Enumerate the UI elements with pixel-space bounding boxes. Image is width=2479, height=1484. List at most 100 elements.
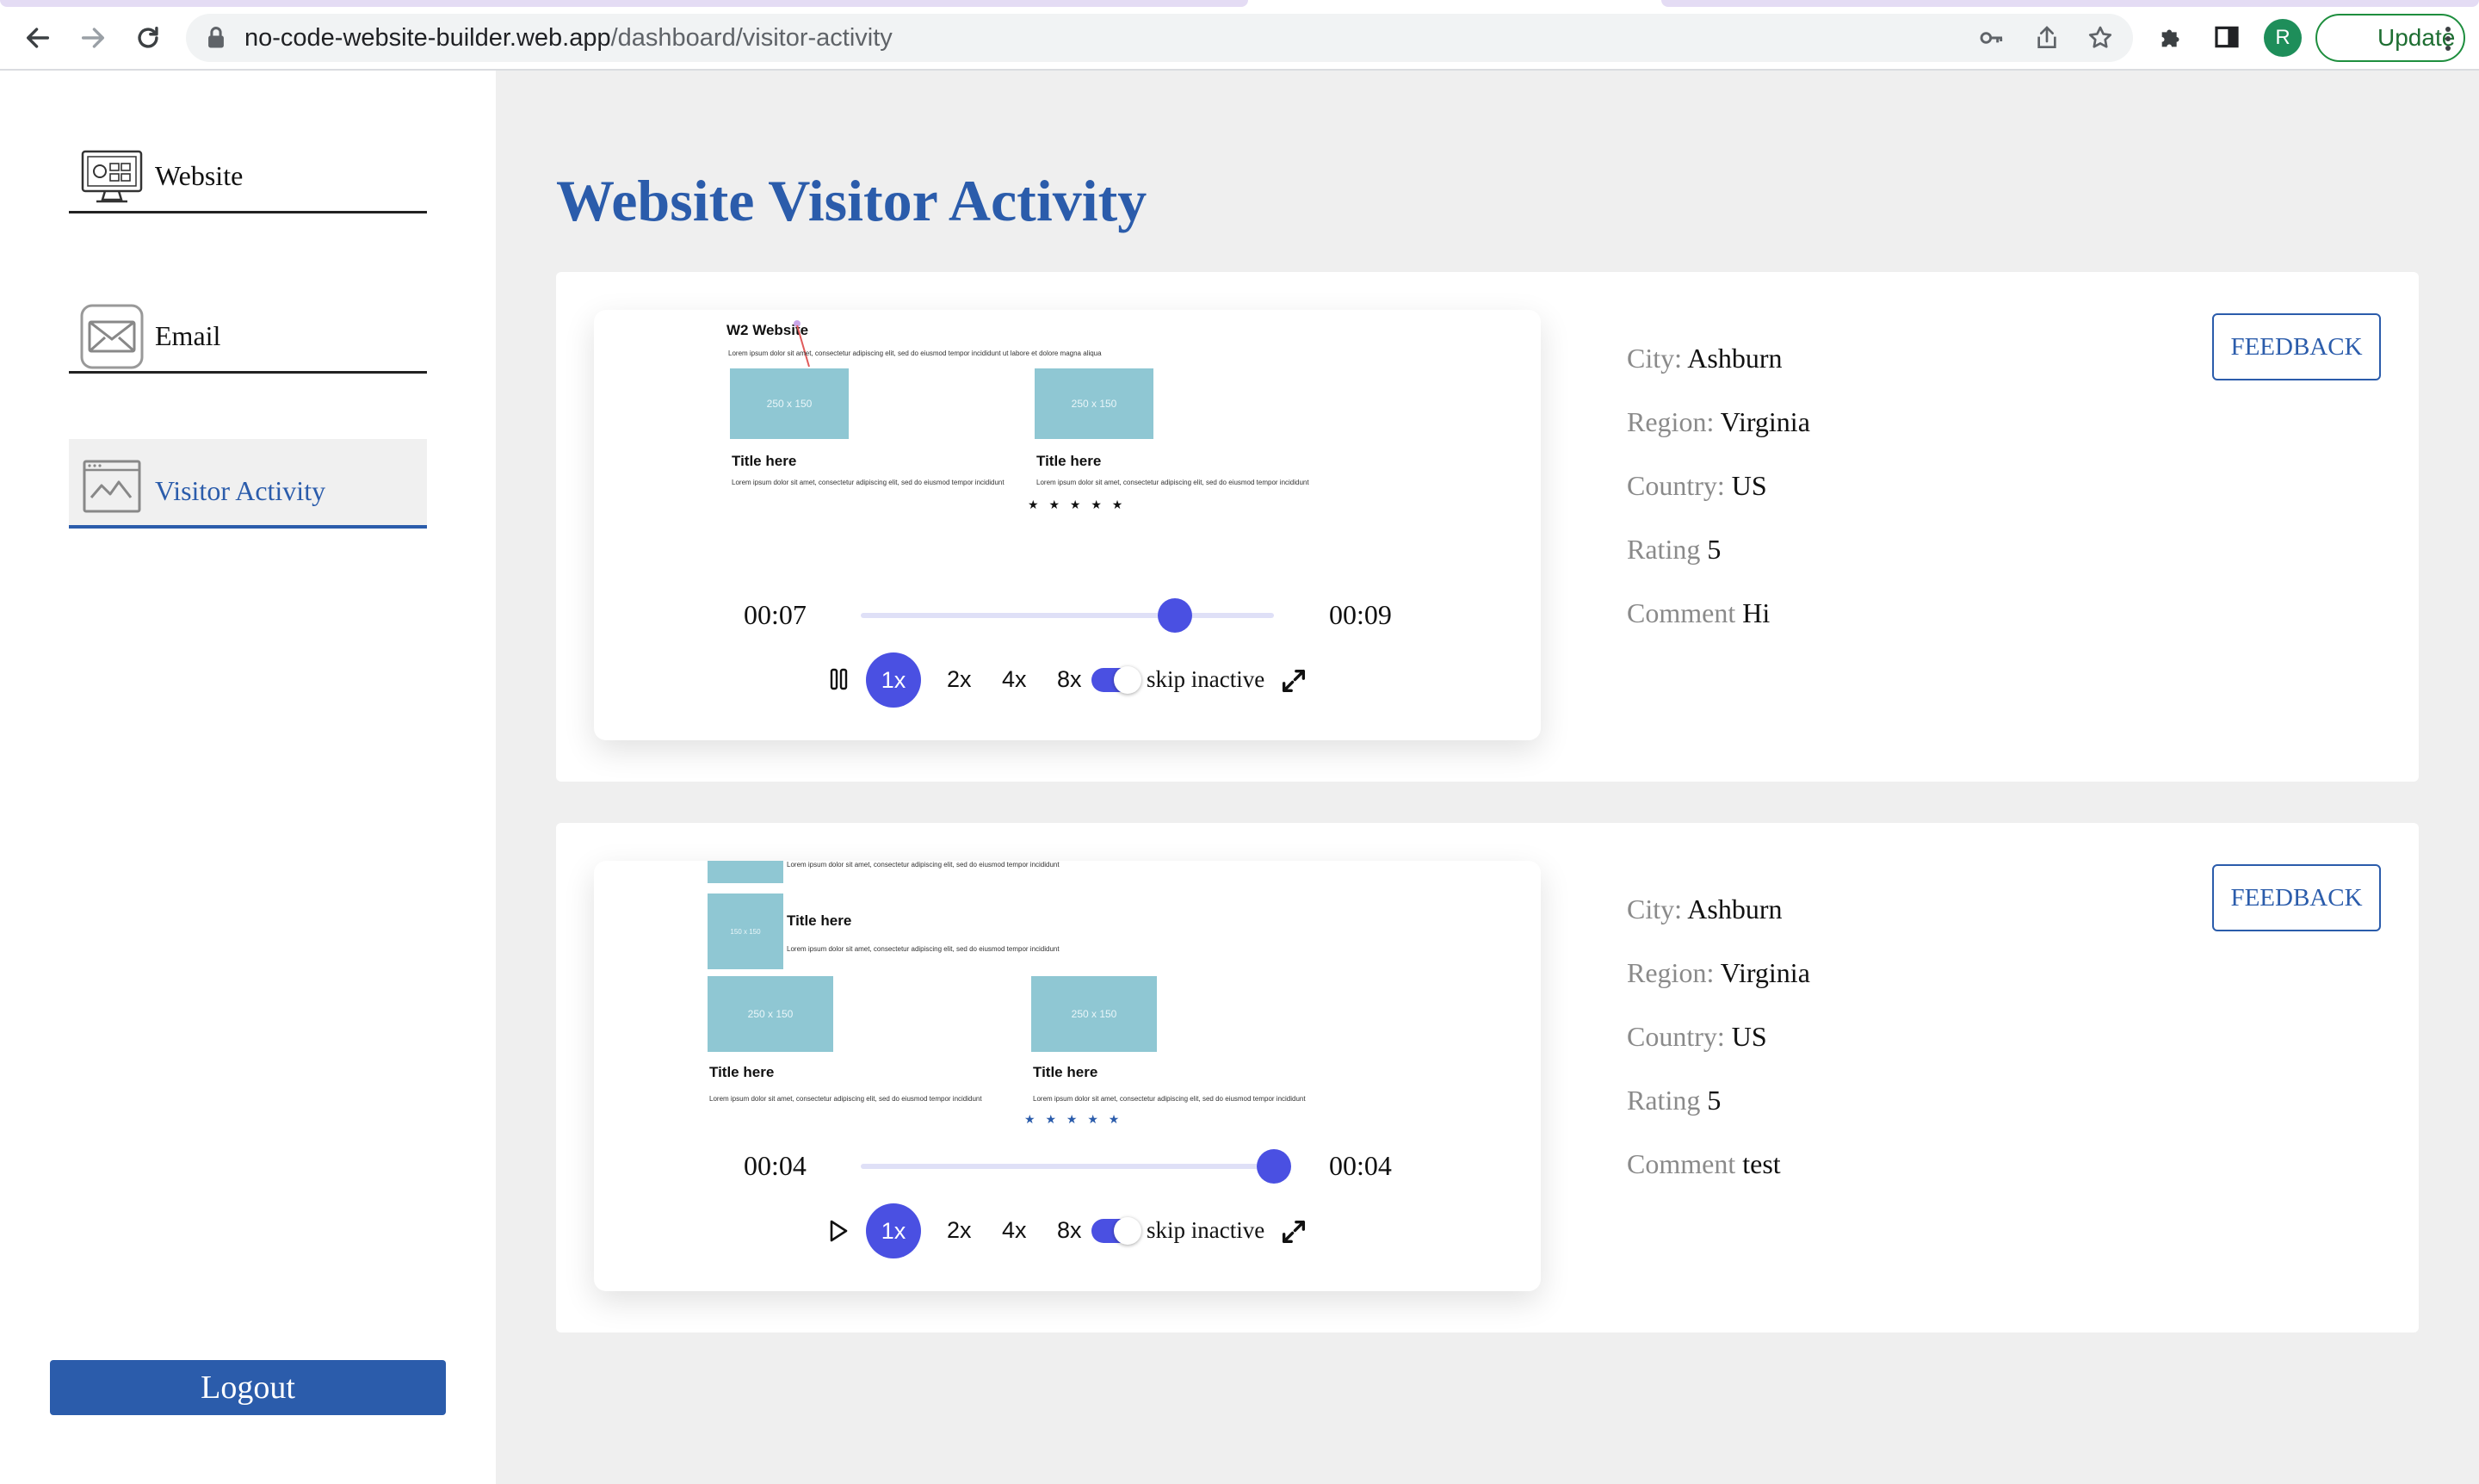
skip-inactive-toggle[interactable]: [1091, 1217, 1141, 1245]
fullscreen-icon[interactable]: [1279, 1217, 1308, 1246]
side-panel-icon: [2215, 26, 2239, 48]
rating-label: Rating: [1627, 534, 1701, 565]
speed-2x-button[interactable]: 2x: [947, 666, 972, 693]
city-label: City:: [1627, 343, 1683, 374]
reload-icon: [138, 26, 158, 48]
visitor-country: Country: US: [1627, 470, 1767, 502]
bookmark-star-icon[interactable]: [2086, 24, 2114, 52]
update-button[interactable]: Update: [2315, 14, 2465, 62]
feedback-button[interactable]: FEEDBACK: [2212, 864, 2381, 931]
session-card: W2 Website Lorem ipsum dolor sit amet, c…: [556, 272, 2419, 782]
activity-chart-icon: [83, 460, 141, 513]
comment-label: Comment: [1627, 597, 1736, 628]
total-time: 00:09: [1329, 599, 1392, 630]
preview-card-title: Title here: [709, 1064, 775, 1080]
speed-1x-button[interactable]: 1x: [866, 1203, 921, 1258]
visitor-rating: Rating 5: [1627, 534, 1721, 566]
session-replay-player: Lorem ipsum dolor sit amet, consectetur …: [594, 861, 1541, 1291]
country-label: Country:: [1627, 470, 1725, 501]
profile-avatar[interactable]: R: [2264, 19, 2302, 57]
skip-inactive-toggle[interactable]: [1091, 666, 1141, 694]
city-value: Ashburn: [1687, 343, 1783, 374]
feedback-button[interactable]: FEEDBACK: [2212, 313, 2381, 380]
preview-top-text: Lorem ipsum dolor sit amet, consectetur …: [787, 861, 1060, 869]
preview-card-text: Lorem ipsum dolor sit amet, consectetur …: [1036, 479, 1309, 486]
speed-1x-button[interactable]: 1x: [866, 652, 921, 708]
preview-side-text: Lorem ipsum dolor sit amet, consectetur …: [787, 945, 1060, 953]
progress-track[interactable]: [861, 613, 1274, 618]
website-builder-icon: [81, 150, 143, 203]
sidebar-item-website[interactable]: Website: [69, 124, 427, 213]
preview-card-title: Title here: [1033, 1064, 1098, 1080]
pause-icon[interactable]: [830, 668, 849, 690]
replay-preview: W2 Website Lorem ipsum dolor sit amet, c…: [594, 310, 1541, 594]
share-icon[interactable]: [2033, 24, 2061, 52]
preview-image-placeholder: [708, 861, 783, 883]
preview-rating-stars: ★ ★ ★ ★ ★: [1028, 498, 1127, 511]
fullscreen-icon[interactable]: [1279, 666, 1308, 696]
visitor-comment: Comment test: [1627, 1148, 1781, 1180]
speed-4x-button[interactable]: 4x: [1002, 1217, 1027, 1244]
key-icon[interactable]: [1978, 24, 2006, 52]
toggle-knob: [1114, 666, 1141, 694]
visitor-rating: Rating 5: [1627, 1085, 1721, 1116]
preview-intro-text: Lorem ipsum dolor sit amet, consectetur …: [728, 349, 1102, 357]
tab-strip-active-segment: [0, 0, 1248, 7]
sidebar-item-visitor-activity[interactable]: Visitor Activity: [69, 439, 427, 529]
side-panel-button[interactable]: [2207, 17, 2247, 57]
back-button[interactable]: [15, 15, 60, 60]
region-value: Virginia: [1720, 406, 1810, 437]
logout-button[interactable]: Logout: [50, 1360, 446, 1415]
preview-image-placeholder: 250 x 150: [730, 368, 849, 439]
speed-4x-button[interactable]: 4x: [1002, 666, 1027, 693]
browser-toolbar: no-code-website-builder.web.app/dashboar…: [0, 0, 2479, 71]
visitor-comment: Comment Hi: [1627, 597, 1770, 629]
url-text: no-code-website-builder.web.app/dashboar…: [244, 24, 893, 53]
visitor-region: Region: Virginia: [1627, 957, 1810, 989]
preview-image-placeholder: 250 x 150: [1035, 368, 1153, 439]
session-replay-player: W2 Website Lorem ipsum dolor sit amet, c…: [594, 310, 1541, 740]
update-label: Update: [2377, 24, 2456, 51]
rating-value: 5: [1707, 534, 1722, 565]
speed-2x-button[interactable]: 2x: [947, 1217, 972, 1244]
forward-button[interactable]: [71, 15, 115, 60]
speed-8x-button[interactable]: 8x: [1057, 1217, 1082, 1244]
progress-thumb[interactable]: [1158, 598, 1192, 633]
country-value: US: [1731, 470, 1767, 501]
preview-card-text: Lorem ipsum dolor sit amet, consectetur …: [732, 479, 1005, 486]
sidebar-item-email-label: Email: [155, 320, 221, 351]
skip-inactive-label: skip inactive: [1147, 666, 1265, 692]
sidebar-item-website-label: Website: [155, 160, 244, 191]
visitor-city: City: Ashburn: [1627, 893, 1782, 925]
play-icon[interactable]: [828, 1219, 849, 1243]
preview-card-title: Title here: [732, 453, 797, 469]
preview-card-text: Lorem ipsum dolor sit amet, consectetur …: [1033, 1095, 1306, 1103]
reload-button[interactable]: [126, 15, 170, 60]
comment-value: Hi: [1742, 597, 1771, 628]
envelope-icon: [80, 304, 144, 369]
back-arrow-icon: [26, 28, 50, 48]
city-value: Ashburn: [1687, 893, 1783, 924]
sidebar: Website Email Visitor Activity Logout: [0, 71, 496, 1484]
preview-card-title: Title here: [1036, 453, 1102, 469]
speed-8x-button[interactable]: 8x: [1057, 666, 1082, 693]
forward-arrow-icon: [81, 28, 105, 48]
sidebar-item-email[interactable]: Email: [69, 284, 427, 374]
tab-strip-segment: [1661, 0, 2479, 7]
address-bar[interactable]: no-code-website-builder.web.app/dashboar…: [186, 14, 2133, 62]
country-label: Country:: [1627, 1021, 1725, 1052]
more-menu-icon: [2445, 27, 2451, 51]
session-card: Lorem ipsum dolor sit amet, consectetur …: [556, 823, 2419, 1333]
url-host: no-code-website-builder.web.app: [244, 24, 611, 52]
region-label: Region:: [1627, 957, 1715, 988]
preview-rating-stars: ★ ★ ★ ★ ★: [1024, 1112, 1123, 1126]
current-time: 00:07: [744, 599, 807, 630]
rating-value: 5: [1707, 1085, 1722, 1116]
current-time: 00:04: [744, 1150, 807, 1181]
visitor-country: Country: US: [1627, 1021, 1767, 1053]
extensions-button[interactable]: [2152, 17, 2192, 57]
progress-track[interactable]: [861, 1164, 1274, 1169]
country-value: US: [1731, 1021, 1767, 1052]
visitor-city: City: Ashburn: [1627, 343, 1782, 374]
progress-thumb[interactable]: [1257, 1149, 1291, 1184]
